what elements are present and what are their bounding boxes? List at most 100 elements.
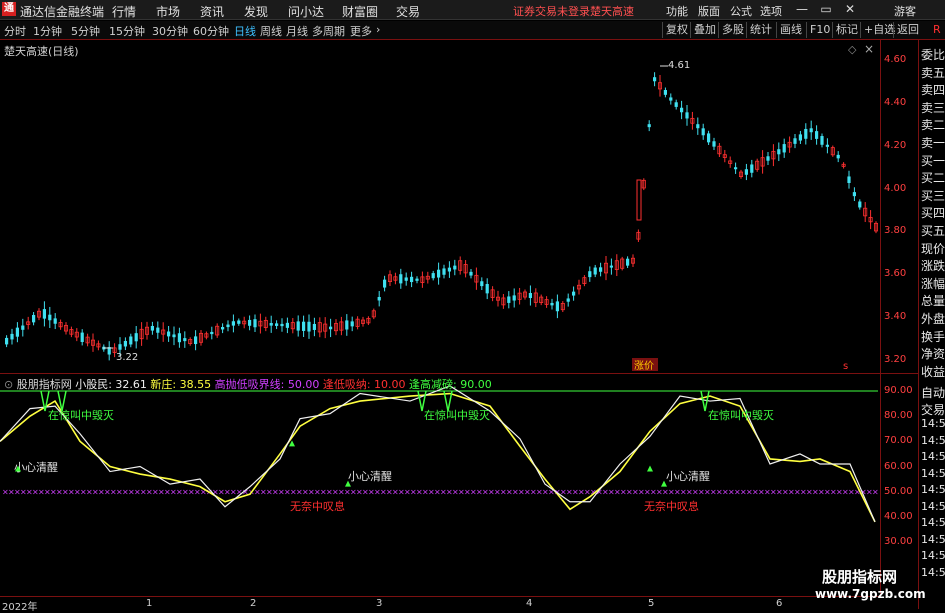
period-5min[interactable]: 5分钟 [71,23,100,39]
candle-body [712,141,716,147]
guest-label[interactable]: 游客 [894,3,916,19]
candle-body [183,338,187,342]
candle-body [226,324,230,328]
candle-body [307,321,311,332]
side-panel-item[interactable]: 涨幅 [921,275,945,292]
period-multi[interactable]: 多周期 [312,23,345,39]
menu-wealth[interactable]: 财富圈 [342,3,378,20]
candle-body [555,301,559,312]
menu-formula[interactable]: 公式 [730,3,752,19]
side-panel-item[interactable]: 买三 [921,187,945,204]
price-tick-label: 3.80 [884,225,907,236]
side-panel-time: 14:56 [921,433,945,447]
indicator-toggle-icon[interactable]: ⊙ [4,378,13,391]
stock-name: 楚天高速 [590,5,634,18]
side-panel-time: 交易 [921,402,945,417]
menu-function[interactable]: 功能 [666,3,688,19]
menu-trade[interactable]: 交易 [396,3,420,20]
side-panel-item[interactable]: 委比 [921,46,945,63]
indicator-chart[interactable]: × × × × × × × × × × × × × × × × × × × × × × × × × × × × × × × × × × × × × × × ×… [0,374,880,596]
period-daily[interactable]: 日线 [234,23,256,39]
side-panel-item[interactable]: 涨跌 [921,257,945,274]
menu-ask[interactable]: 问小达 [288,3,324,20]
menu-discover[interactable]: 发现 [244,3,268,20]
side-panel-item[interactable]: 卖四 [921,81,945,98]
period-more[interactable]: 更多 [350,23,372,39]
candle-body [852,192,856,197]
candle-body [248,319,252,326]
legend-item: 逢高减磅: 90.00 [405,378,492,391]
candle-body [572,291,576,296]
candle-body [836,154,840,159]
side-panel-item[interactable]: 买二 [921,169,945,186]
candle-body [820,136,824,145]
candle-body [707,133,711,143]
chevron-right-icon[interactable]: › [376,23,380,36]
draw-line-button[interactable]: 画线 [776,22,805,38]
menu-news[interactable]: 资讯 [200,3,224,20]
period-1min[interactable]: 1分钟 [33,23,62,39]
side-panel-item[interactable]: 现价 [921,240,945,257]
restore-icon[interactable]: ▭ [818,2,834,16]
side-panel-time: 14:56 [921,499,945,513]
side-panel-item[interactable]: 外盘 [921,310,945,327]
side-panel-item[interactable]: 买四 [921,204,945,221]
candle-body [253,319,257,328]
side-panel-item[interactable]: 买一 [921,152,945,169]
price-tick-label: 4.20 [884,140,907,151]
time-label: 2 [250,598,257,609]
adjust-button[interactable]: 复权 [662,22,691,38]
low-price-label: 3.22 [116,352,138,363]
side-panel-time: 14:56 [921,450,945,463]
candle-body [485,283,489,294]
title-bar: 通 通达信金融终端 行情 市场 资讯 发现 问小达 财富圈 交易 证券交易未登录… [0,0,945,20]
overlay-button[interactable]: 叠加 [690,22,719,38]
period-15min[interactable]: 15分钟 [109,23,145,39]
side-panel-item[interactable]: 收益 [921,363,945,380]
candle-body [399,274,403,284]
candle-body [680,107,684,113]
statistics-button[interactable]: 统计 [746,22,775,38]
candle-body [221,327,225,330]
side-panel-item[interactable]: 买五 [921,222,945,239]
minimize-icon[interactable]: — [794,2,810,16]
period-60min[interactable]: 60分钟 [193,23,229,39]
candle-body [404,277,408,281]
indicator-name[interactable]: 股朋指标网 [17,378,72,391]
side-panel-item[interactable]: 净资 [921,345,945,362]
event-label: 涨价 [634,360,654,372]
menu-options[interactable]: 选项 [760,3,782,19]
multi-stock-button[interactable]: 多股 [718,22,747,38]
menu-quotes[interactable]: 行情 [112,3,136,20]
candle-body [345,320,349,330]
period-weekly[interactable]: 周线 [260,23,282,39]
period-intraday[interactable]: 分时 [4,23,26,39]
r-indicator[interactable]: R [930,22,944,38]
main-kline-chart[interactable]: 楚天高速(日线) ◇ × 3.22 4.61 涨价 s [0,40,880,373]
side-panel-item[interactable]: 卖三 [921,99,945,116]
candle-body [415,278,419,281]
side-panel-item[interactable]: 换手 [921,328,945,345]
side-panel-item[interactable]: 卖一 [921,134,945,151]
candle-body [507,296,511,303]
time-label: 2022年 [2,602,38,613]
login-warning[interactable]: 证券交易未登录 [513,3,590,19]
candle-body [431,273,435,279]
side-panel-item[interactable]: 总量 [921,292,945,309]
close-icon[interactable]: ✕ [842,2,858,16]
candle-body [296,321,300,331]
signal-arrow [647,465,653,472]
side-panel-item[interactable]: 卖二 [921,116,945,133]
f10-button[interactable]: F10 [806,22,833,38]
indicator-tick-label: 40.00 [884,511,913,522]
candle-body [766,156,770,161]
period-30min[interactable]: 30分钟 [152,23,188,39]
indicator-axis [880,374,918,596]
side-panel-item[interactable]: 卖五 [921,64,945,81]
menu-market[interactable]: 市场 [156,3,180,20]
period-monthly[interactable]: 月线 [286,23,308,39]
back-button[interactable]: 返回 [893,22,922,38]
menu-layout[interactable]: 版面 [698,3,720,19]
candle-body [782,144,786,153]
mark-button[interactable]: 标记 [832,22,861,38]
